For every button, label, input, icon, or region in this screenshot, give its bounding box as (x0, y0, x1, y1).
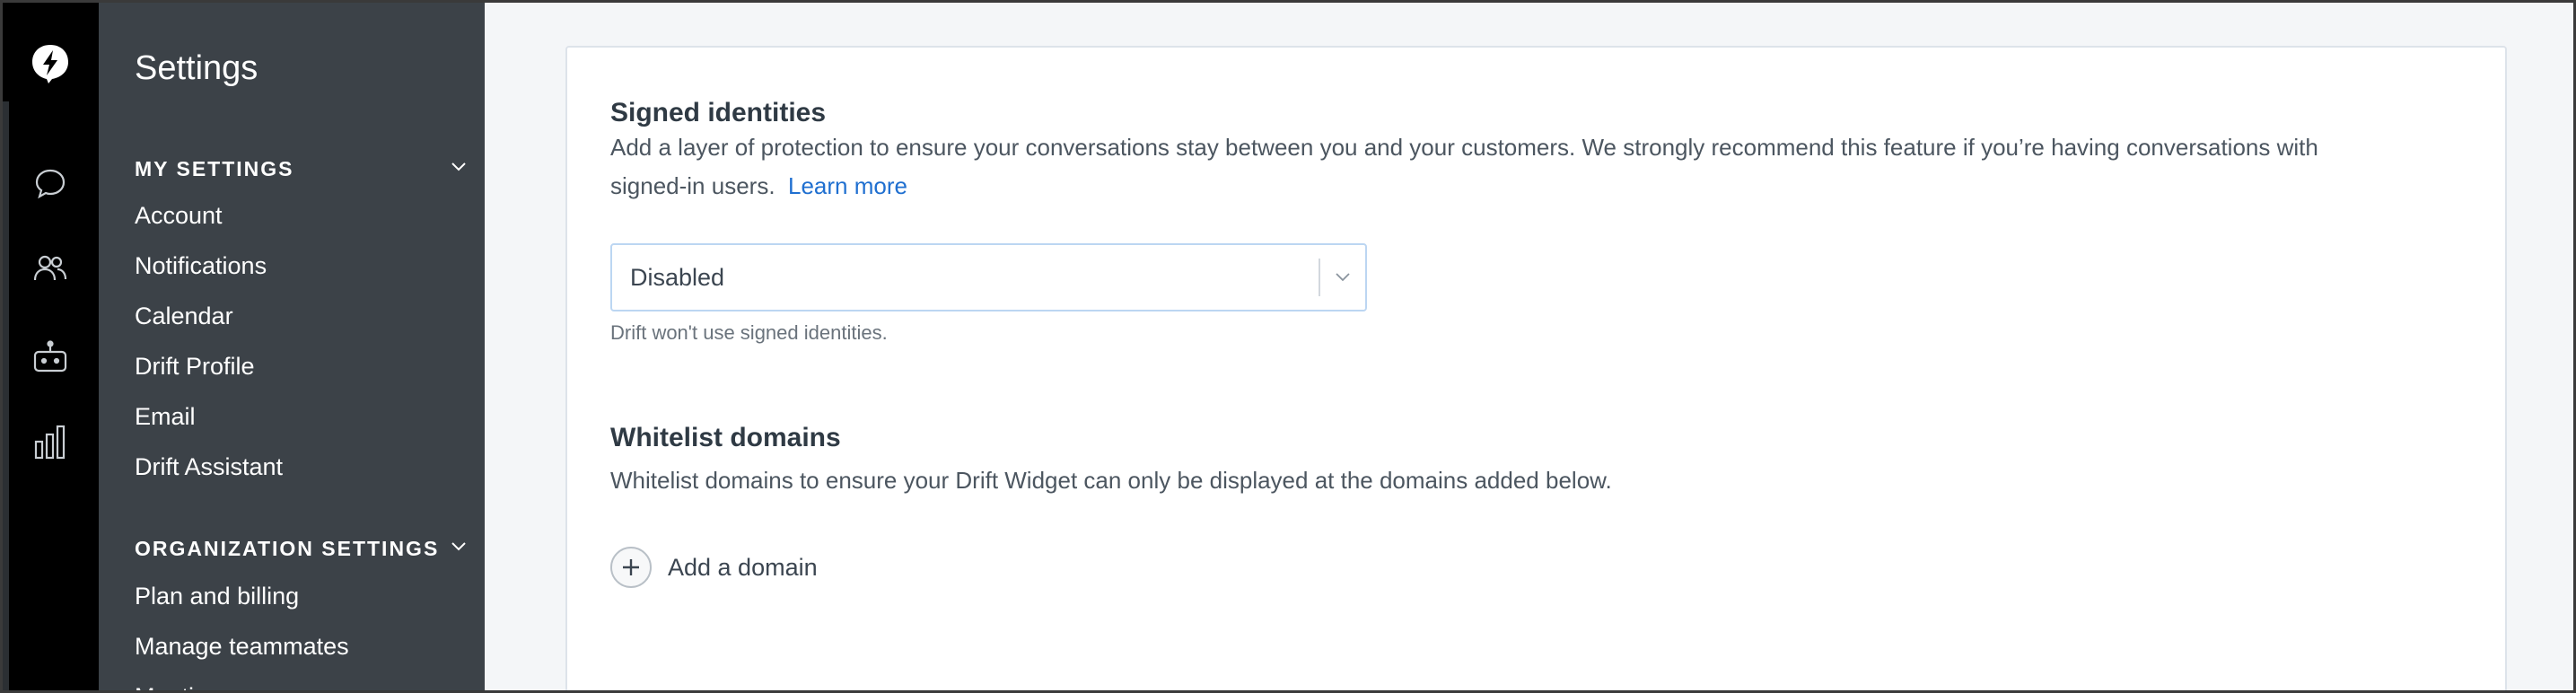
signed-identities-description-line1: Add a layer of protection to ensure your… (610, 134, 2318, 161)
chevron-down-icon[interactable] (1320, 272, 1365, 283)
organization-settings-header[interactable]: ORGANIZATION SETTINGS (135, 532, 467, 565)
signed-identities-select[interactable]: Disabled (610, 243, 1367, 311)
plus-icon[interactable] (610, 547, 652, 588)
rail-edge (3, 101, 9, 690)
sidebar-title: Settings (135, 49, 258, 87)
my-settings-header[interactable]: MY SETTINGS (135, 153, 467, 185)
bar-chart-icon[interactable] (30, 421, 71, 462)
chat-bubble-icon[interactable] (30, 162, 71, 204)
people-icon[interactable] (30, 248, 71, 289)
sidebar-item-meetings[interactable]: Meetings (135, 679, 233, 691)
select-value: Disabled (630, 263, 725, 291)
sidebar-item-manage-teammates[interactable]: Manage teammates (135, 628, 349, 664)
sidebar-item-account[interactable]: Account (135, 197, 223, 233)
settings-sidebar: Settings MY SETTINGS Account Notificatio… (99, 3, 485, 691)
sidebar-item-email[interactable]: Email (135, 399, 196, 434)
add-domain-label: Add a domain (668, 553, 818, 581)
whitelist-domains-description: Whitelist domains to ensure your Drift W… (610, 467, 1612, 494)
bot-icon[interactable] (30, 337, 71, 378)
sidebar-item-plan-and-billing[interactable]: Plan and billing (135, 578, 299, 614)
settings-card: Signed identities Add a layer of protect… (565, 46, 2507, 690)
sidebar-item-drift-assistant[interactable]: Drift Assistant (135, 449, 283, 485)
main-content: Signed identities Add a layer of protect… (485, 3, 2573, 690)
whitelist-domains-title: Whitelist domains (610, 423, 841, 452)
signed-identities-description-line2: signed-in users. (610, 172, 775, 199)
sidebar-item-calendar[interactable]: Calendar (135, 298, 233, 334)
chevron-down-icon (451, 161, 467, 177)
signed-identities-title: Signed identities (610, 98, 827, 127)
sidebar-item-notifications[interactable]: Notifications (135, 248, 267, 284)
app-window: Settings MY SETTINGS Account Notificatio… (0, 0, 2576, 693)
signed-identities-description: Add a layer of protection to ensure your… (610, 128, 2450, 206)
my-settings-label: MY SETTINGS (135, 156, 294, 180)
icon-rail (3, 3, 99, 690)
signed-identities-hint: Drift won't use signed identities. (610, 321, 888, 344)
learn-more-link[interactable]: Learn more (788, 172, 907, 199)
add-domain-button[interactable]: Add a domain (610, 546, 818, 589)
drift-logo-icon[interactable] (30, 43, 71, 84)
organization-settings-label: ORGANIZATION SETTINGS (135, 536, 440, 560)
chevron-down-icon (451, 540, 467, 557)
sidebar-item-drift-profile[interactable]: Drift Profile (135, 348, 255, 384)
